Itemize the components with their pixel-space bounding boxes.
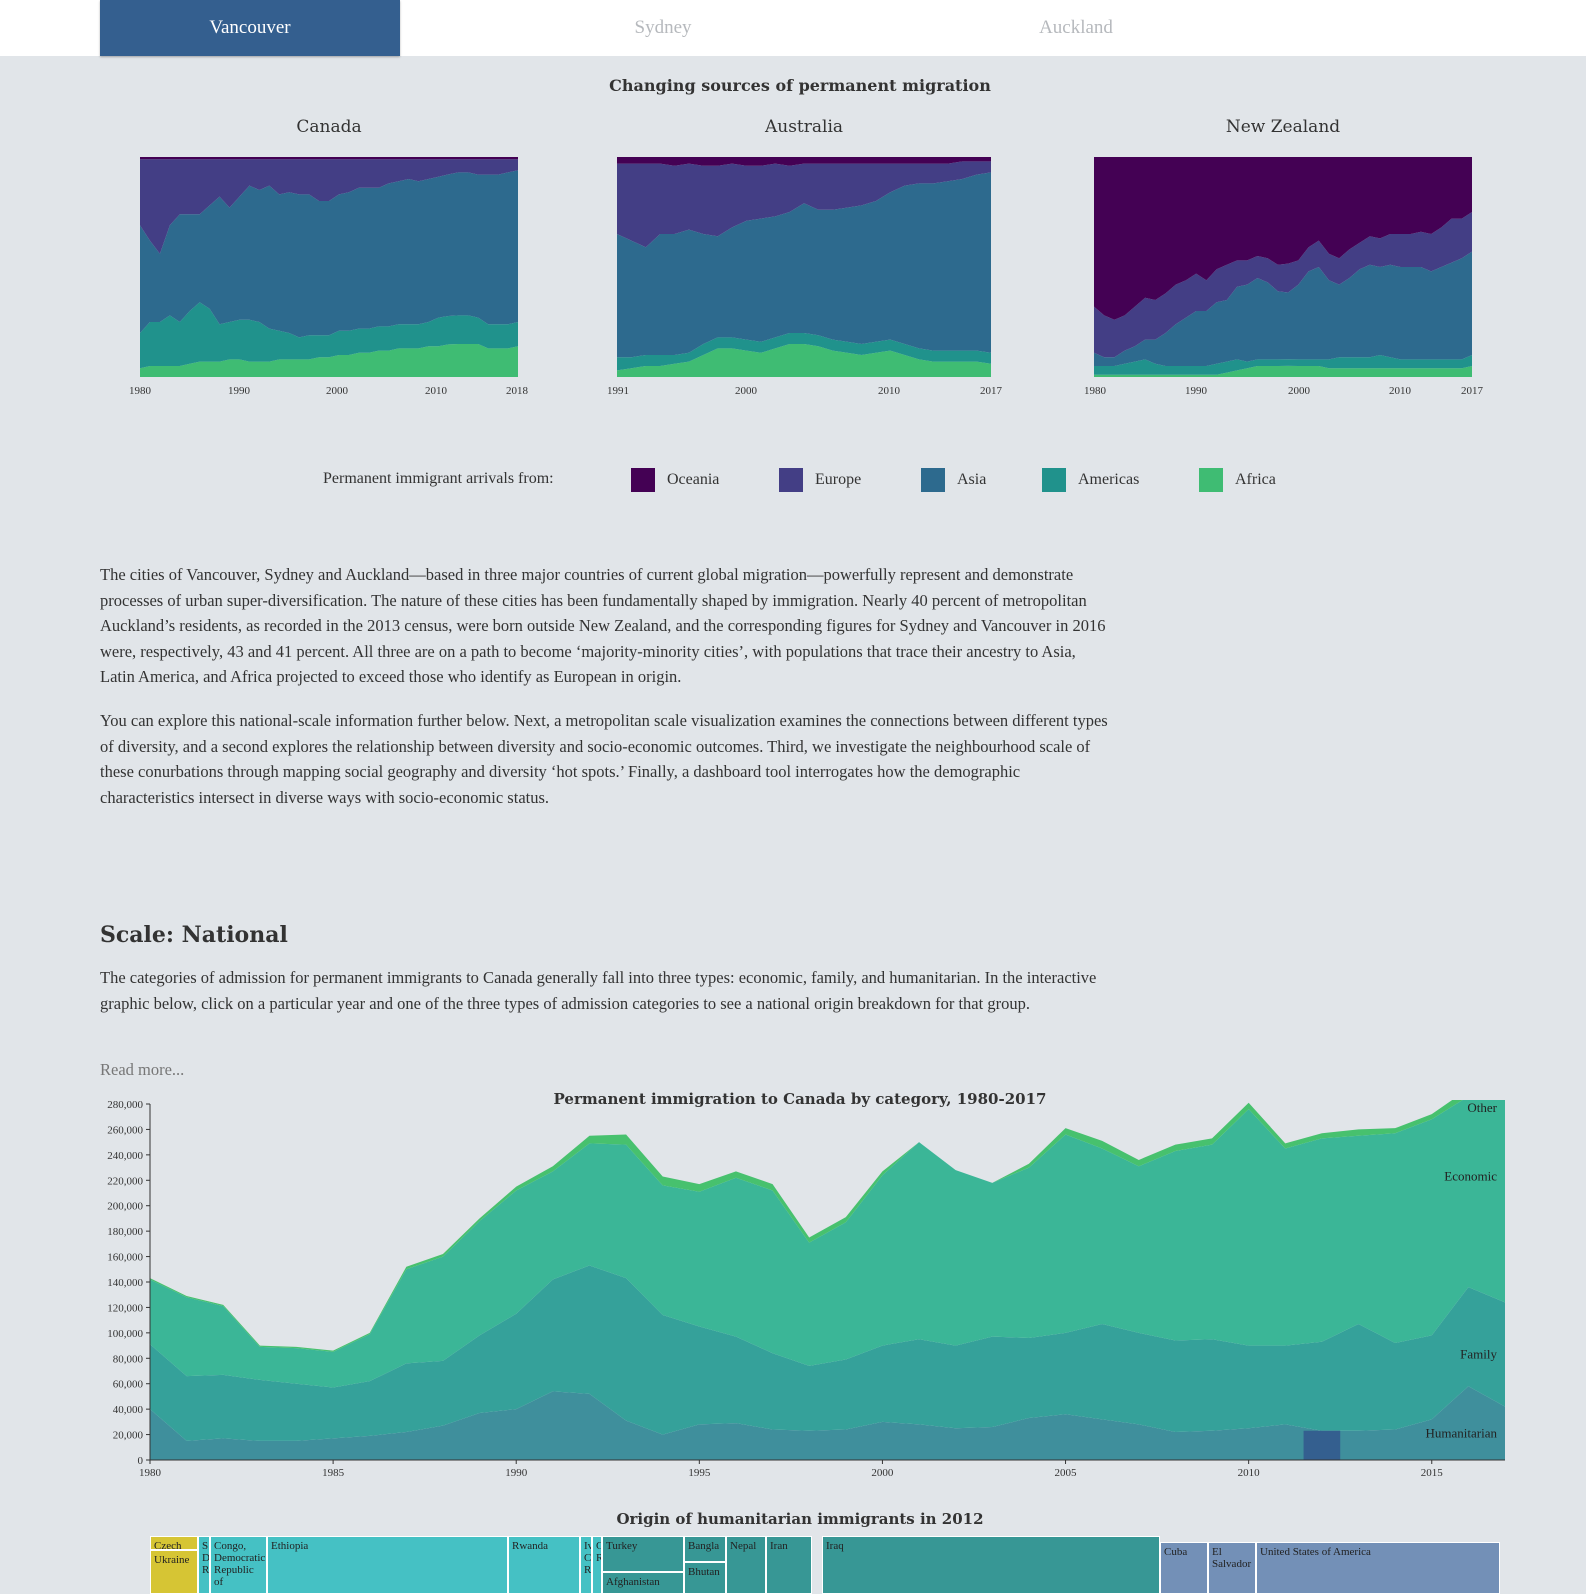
australia-tick-2000: 2000 xyxy=(735,385,757,397)
legend-swatch-asia xyxy=(921,468,945,492)
scale-national-heading: Scale: National xyxy=(100,922,288,948)
treemap-cell[interactable]: Ethiopia xyxy=(267,1536,508,1594)
x-tick-label: 1980 xyxy=(139,1467,162,1479)
canada-tick-1980: 1980 xyxy=(129,385,151,397)
read-more-link[interactable]: Read more... xyxy=(100,1060,184,1080)
x-tick-label: 2015 xyxy=(1421,1467,1444,1479)
treemap-cell[interactable]: Turkey xyxy=(602,1536,684,1572)
x-tick-label: 1995 xyxy=(688,1467,711,1479)
series-label-other: Other xyxy=(1467,1100,1497,1115)
australia-tick-2010: 2010 xyxy=(878,385,900,397)
treemap-cell[interactable]: Cuba xyxy=(1160,1542,1208,1594)
y-tick-label: 120,000 xyxy=(107,1302,143,1314)
canada-source-chart xyxy=(140,157,518,377)
treemap-cell[interactable]: Afghanistan xyxy=(602,1572,684,1594)
y-tick-label: 20,000 xyxy=(113,1430,144,1442)
tab-sydney[interactable]: Sydney xyxy=(513,0,813,56)
tab-vancouver[interactable]: Vancouver xyxy=(100,0,400,56)
y-tick-label: 260,000 xyxy=(107,1124,143,1136)
y-tick-label: 60,000 xyxy=(113,1379,144,1391)
intro-paragraph-1: The cities of Vancouver, Sydney and Auck… xyxy=(100,565,1106,686)
legend-item-americas[interactable]: Americas xyxy=(1042,467,1139,493)
y-tick-label: 140,000 xyxy=(107,1277,143,1289)
x-tick-label: 1990 xyxy=(505,1467,527,1479)
y-tick-label: 200,000 xyxy=(107,1201,143,1213)
treemap-cell[interactable]: Czech xyxy=(150,1536,198,1550)
y-tick-label: 0 xyxy=(138,1455,144,1467)
legend-label-americas: Americas xyxy=(1078,471,1140,488)
treemap-cell[interactable]: El Salvador xyxy=(1208,1542,1256,1594)
legend-label-asia: Asia xyxy=(957,471,987,488)
legend-item-oceania[interactable]: Oceania xyxy=(631,467,719,493)
legend-item-europe[interactable]: Europe xyxy=(779,467,861,493)
y-tick-label: 40,000 xyxy=(113,1404,144,1416)
treemap-cell[interactable]: G R xyxy=(592,1536,602,1594)
treemap-cell[interactable]: Rwanda xyxy=(508,1536,580,1594)
treemap-cell[interactable]: Iv C R xyxy=(580,1536,592,1594)
humanitarian-origin-treemap[interactable]: Czech Ukraine S D R Congo, Democratic Repub… xyxy=(150,1536,1500,1594)
treemap-cell[interactable]: Congo, Democratic Republic of xyxy=(210,1536,267,1594)
canada-tick-2000: 2000 xyxy=(326,385,348,397)
legend-label-europe: Europe xyxy=(815,471,862,488)
australia-tick-2017: 2017 xyxy=(980,385,1002,397)
canada-tick-2018: 2018 xyxy=(506,385,528,397)
intro-paragraph-2: You can explore this national-scale info… xyxy=(100,711,1108,807)
new-zealand-source-chart xyxy=(1094,157,1472,377)
canada-tick-1990: 1990 xyxy=(228,385,250,397)
treemap-cell[interactable]: S D R xyxy=(198,1536,210,1594)
series-label-family: Family xyxy=(1460,1346,1497,1361)
x-tick-label: 2005 xyxy=(1055,1467,1078,1479)
legend-swatch-americas xyxy=(1042,468,1066,492)
legend-swatch-oceania xyxy=(631,468,655,492)
treemap-cell[interactable]: Iran xyxy=(766,1536,812,1594)
migration-sources-title: Changing sources of permanent migration xyxy=(609,76,991,95)
treemap-cell[interactable]: Nepal xyxy=(726,1536,766,1594)
x-tick-label: 1985 xyxy=(322,1467,345,1479)
tab-auckland[interactable]: Auckland xyxy=(926,0,1226,56)
australia-tick-1991: 1991 xyxy=(607,385,629,397)
highlight-selected-year[interactable] xyxy=(1303,1430,1341,1460)
series-label-humanitarian: Humanitarian xyxy=(1426,1425,1498,1440)
nz-tick-2017: 2017 xyxy=(1461,385,1483,397)
legend-label-africa: Africa xyxy=(1235,471,1276,488)
y-tick-label: 180,000 xyxy=(107,1226,143,1238)
y-tick-label: 240,000 xyxy=(107,1150,143,1162)
top-tab-bar: Vancouver Sydney Auckland xyxy=(0,0,1586,56)
legend-label-oceania: Oceania xyxy=(667,471,720,488)
canada-tick-2010: 2010 xyxy=(425,385,447,397)
national-body-paragraph: The categories of admission for permanen… xyxy=(100,968,1097,1013)
x-tick-label: 2010 xyxy=(1238,1467,1261,1479)
nz-tick-2000: 2000 xyxy=(1288,385,1310,397)
canada-area-oceania xyxy=(140,157,518,160)
nz-tick-1990: 1990 xyxy=(1185,385,1207,397)
category-area-chart[interactable]: 0 20,000 40,000 60,000 80,000 100,000 120,000 1… xyxy=(90,1100,1510,1480)
y-tick-label: 160,000 xyxy=(107,1252,143,1264)
treemap-cell[interactable]: United States of America xyxy=(1256,1542,1500,1594)
treemap-cell[interactable]: Ukraine xyxy=(150,1550,198,1594)
legend-item-africa[interactable]: Africa xyxy=(1199,467,1276,493)
y-tick-label: 100,000 xyxy=(107,1328,143,1340)
y-tick-label: 220,000 xyxy=(107,1175,143,1187)
y-tick-label: 80,000 xyxy=(113,1353,144,1365)
legend-lead-text: Permanent immigrant arrivals from: xyxy=(323,470,554,487)
country-title-new-zealand: New Zealand xyxy=(1225,117,1341,137)
treemap-cell[interactable]: Bhutan xyxy=(684,1562,726,1594)
legend-swatch-africa xyxy=(1199,468,1223,492)
nz-tick-1980: 1980 xyxy=(1084,385,1106,397)
series-label-economic: Economic xyxy=(1444,1169,1497,1184)
treemap-cell[interactable]: Bangla xyxy=(684,1536,726,1562)
treemap-cell[interactable]: Iraq xyxy=(822,1536,1160,1594)
australia-source-chart xyxy=(617,157,991,377)
country-title-canada: Canada xyxy=(296,117,362,137)
y-tick-label: 280,000 xyxy=(107,1100,143,1111)
treemap-title: Origin of humanitarian immigrants in 201… xyxy=(616,1510,984,1528)
x-tick-label: 2000 xyxy=(871,1467,894,1479)
nz-tick-2010: 2010 xyxy=(1389,385,1411,397)
legend-swatch-europe xyxy=(779,468,803,492)
country-title-australia: Australia xyxy=(764,117,844,137)
legend-item-asia[interactable]: Asia xyxy=(921,467,986,493)
